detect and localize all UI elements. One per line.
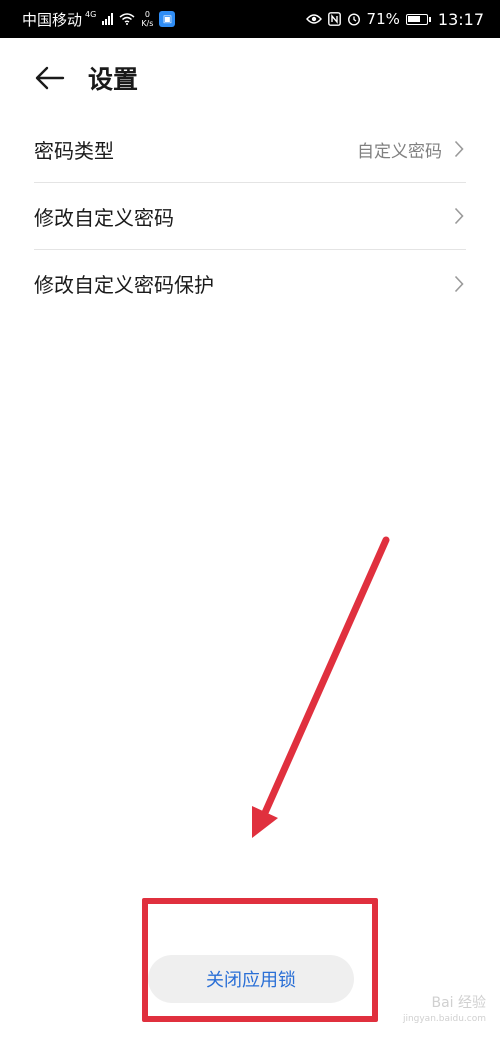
setting-change-password[interactable]: 修改自定义密码 [34,183,466,250]
status-bar-left: 中国移动 4G 0 K/s ▣ [22,9,176,30]
setting-password-type[interactable]: 密码类型 自定义密码 [34,116,466,183]
net-speed-value: 0 [144,10,150,19]
eye-icon [305,14,322,24]
network-type: 4G [85,9,97,19]
settings-list: 密码类型 自定义密码 修改自定义密码 修改自定义密码保护 [34,116,466,317]
watermark-sub: jingyan.baidu.com [402,1014,486,1024]
status-bar-right: 71% 13:17 [305,9,484,29]
setting-label: 密码类型 [34,138,114,163]
signal-icon [102,13,114,25]
net-speed-unit: K/s [141,19,154,28]
app-header: 设置 [0,38,500,118]
setting-label: 修改自定义密码 [34,205,174,230]
setting-value: 自定义密码 [357,141,442,162]
setting-change-password-protection[interactable]: 修改自定义密码保护 [34,250,466,317]
watermark: Bai 经验 jingyan.baidu.com [403,992,486,1024]
app-notification-icon: ▣ [159,11,176,27]
chevron-right-icon [454,139,466,159]
nfc-icon [327,12,341,26]
close-app-lock-button[interactable]: 关闭应用锁 [148,955,354,1003]
setting-label: 修改自定义密码保护 [34,273,214,297]
carrier-name: 中国移动 [22,10,83,29]
net-speed: 0 K/s [141,10,153,28]
page-title: 设置 [88,65,139,94]
clock-time: 13:17 [437,9,484,29]
setting-right [454,274,466,294]
alarm-icon [347,13,360,26]
status-bar: 中国移动 4G 0 K/s ▣ 71% 13:17 [0,0,500,38]
arrow-left-icon[interactable] [34,62,66,94]
battery-fill [407,15,420,22]
setting-right: 自定义密码 [357,137,466,162]
setting-right [454,206,466,226]
battery-icon [405,13,431,25]
watermark-text: Bai 经验 [431,995,486,1011]
battery-percent: 71% [366,10,400,28]
wifi-icon [119,13,135,25]
chevron-right-icon [454,206,466,226]
chevron-right-icon [454,274,466,294]
